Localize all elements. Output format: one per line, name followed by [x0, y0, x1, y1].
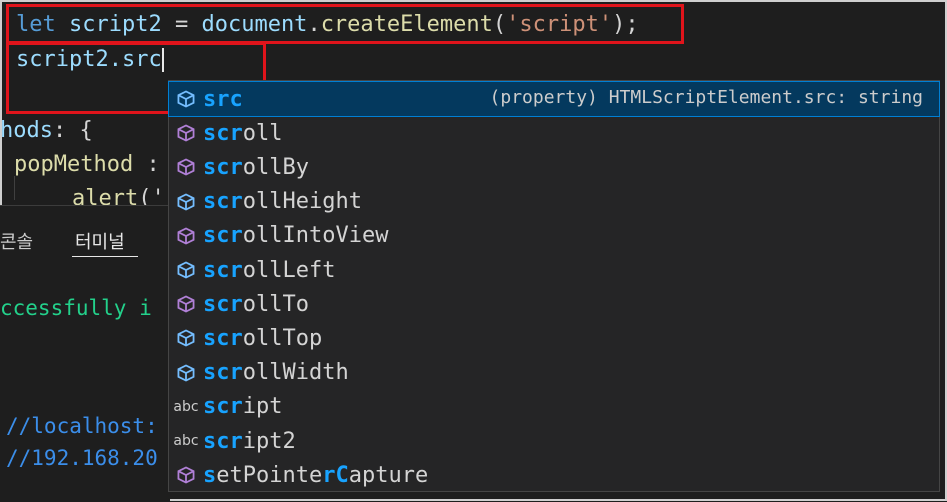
property-cube-icon	[169, 185, 203, 219]
suggestion-item[interactable]: scrollBy	[169, 150, 939, 184]
highlight-box-line1	[6, 4, 684, 44]
method-cube-icon	[169, 116, 203, 150]
terminal-success-text: ccessfully i	[0, 296, 152, 320]
method-cube-icon	[169, 458, 203, 492]
terminal-local-url[interactable]: //localhost:	[6, 414, 158, 438]
suggestion-label: scrollBy	[203, 154, 309, 180]
suggestion-item[interactable]: abc script	[169, 390, 939, 424]
suggestion-item[interactable]: scrollTo	[169, 287, 939, 321]
suggestion-label: scrollIntoView	[203, 223, 389, 249]
suggestion-item[interactable]: scrollIntoView	[169, 219, 939, 253]
property-pop-method: popMethod	[14, 152, 134, 177]
tab-terminal[interactable]: 터미널	[75, 228, 125, 254]
code-line-pop-method[interactable]: popMethod :	[14, 150, 160, 180]
suggestion-item[interactable]: scrollLeft	[169, 253, 939, 287]
suggestion-label: setPointerCapture	[203, 462, 429, 488]
method-cube-icon	[169, 287, 203, 321]
suggestion-label: scrollWidth	[203, 360, 349, 386]
terminal-network-url[interactable]: //192.168.20	[6, 446, 158, 470]
suggestion-label: src	[203, 86, 243, 112]
suggestion-item[interactable]: setPointerCapture	[169, 458, 939, 492]
suggestion-label: scrollTop	[203, 325, 323, 351]
suggestion-item[interactable]: scrollHeight	[169, 185, 939, 219]
property-cube-icon	[169, 82, 203, 116]
property-cube-icon	[169, 356, 203, 390]
property-cube-icon	[169, 321, 203, 355]
code-line-methods[interactable]: hods: {	[0, 116, 93, 146]
suggestion-detail: (property) HTMLScriptElement.src: string	[489, 87, 923, 108]
property-cube-icon	[169, 253, 203, 287]
suggestion-item[interactable]: abc script2	[169, 424, 939, 458]
property-methods: hods	[0, 118, 53, 143]
method-cube-icon	[169, 150, 203, 184]
method-cube-icon	[169, 219, 203, 253]
suggestion-label: scrollHeight	[203, 189, 362, 215]
suggestion-label: scrollTo	[203, 291, 309, 317]
suggestion-item[interactable]: scroll	[169, 116, 939, 150]
tab-console[interactable]: 콘솔	[0, 228, 33, 254]
suggestion-label: scrollLeft	[203, 257, 336, 283]
indent-guide	[14, 176, 15, 200]
text-abc-icon: abc	[173, 398, 199, 415]
suggestion-widget[interactable]: (property) HTMLScriptElement.src: string…	[168, 80, 940, 492]
suggestion-label: scroll	[203, 120, 283, 146]
suggestion-label: script	[203, 394, 283, 420]
suggestion-item[interactable]: scrollTop	[169, 321, 939, 355]
suggestion-item[interactable]: scrollWidth	[169, 356, 939, 390]
text-abc-icon: abc	[173, 433, 199, 449]
bottom-panel: 콘솔 터미널 ccessfully i //localhost: //192.1…	[0, 205, 170, 502]
active-tab-indicator	[72, 256, 138, 257]
suggestion-label: script2	[203, 428, 296, 454]
